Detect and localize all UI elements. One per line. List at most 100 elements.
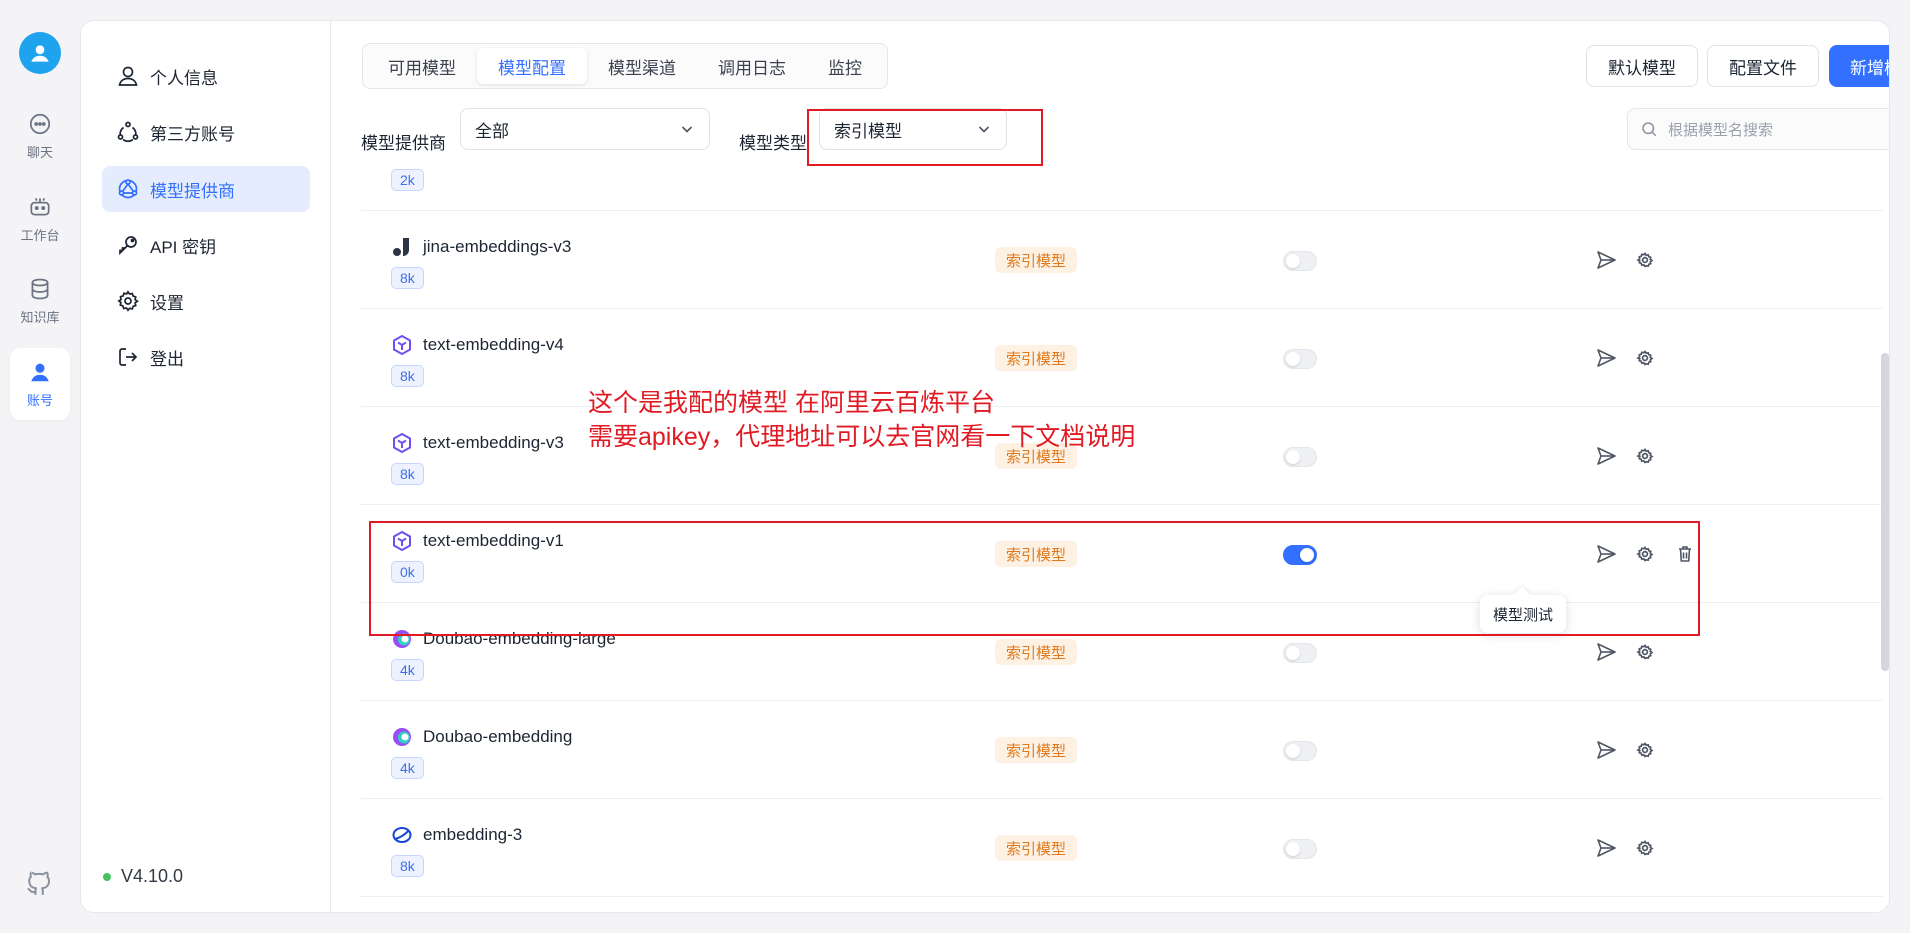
online-status-dot: [103, 872, 111, 881]
model-type-badge: 索引模型: [995, 737, 1078, 763]
sidebar-item-settings[interactable]: 设置: [102, 278, 310, 324]
provider-select[interactable]: 全部: [460, 108, 710, 150]
annotation-box-type-filter: [807, 109, 1043, 166]
tab-bar: 可用模型 模型配置 模型渠道 调用日志 监控: [362, 43, 888, 89]
model-name: Doubao-embedding: [423, 727, 573, 746]
rail-item-label: 聊天: [26, 145, 53, 160]
add-model-button[interactable]: 新增模型: [1829, 45, 1889, 87]
model-name: text-embedding-v4: [423, 335, 564, 354]
rail-item-label: 账号: [26, 393, 53, 408]
tab-model-channels[interactable]: 模型渠道: [587, 48, 697, 84]
search-icon: [1642, 122, 1657, 137]
model-type-badge: 索引模型: [995, 639, 1078, 665]
context-badge: 4k: [391, 757, 424, 779]
context-badge: 4k: [391, 659, 424, 681]
test-send-icon[interactable]: [1594, 836, 1618, 860]
rail-item-workbench[interactable]: 工作台: [10, 183, 70, 255]
model-type-badge: 索引模型: [995, 835, 1078, 861]
model-name: text-embedding-v3: [423, 433, 564, 452]
chat-icon: [29, 113, 51, 135]
rail-item-knowledge[interactable]: 知识库: [10, 265, 70, 337]
model-type-badge: 索引模型: [995, 345, 1078, 371]
rail-item-chat[interactable]: 聊天: [10, 100, 70, 172]
settings-sidebar: 个人信息 第三方账号 模型提供商 API 密钥 设置 登出 V4.10.0: [81, 21, 331, 912]
tab-monitor[interactable]: 监控: [807, 48, 883, 84]
chevron-down-icon: [681, 126, 693, 133]
sidebar-item-profile[interactable]: 个人信息: [102, 53, 310, 99]
context-badge: 8k: [391, 855, 424, 877]
test-send-icon[interactable]: [1594, 738, 1618, 762]
qwen-logo-icon: [393, 432, 411, 454]
test-send-icon[interactable]: [1594, 640, 1618, 664]
github-icon[interactable]: [24, 868, 56, 900]
provider-select-value: 全部: [475, 121, 509, 141]
test-send-icon[interactable]: [1594, 444, 1618, 468]
search-box[interactable]: 根据模型名搜索: [1627, 108, 1889, 150]
settings-gear-icon[interactable]: [1633, 346, 1657, 370]
model-type-badge: 索引模型: [995, 247, 1078, 273]
version-label: V4.10.0: [121, 866, 184, 886]
settings-gear-icon[interactable]: [1633, 640, 1657, 664]
sidebar-item-label: 个人信息: [150, 68, 218, 88]
provider-filter-label: 模型提供商: [361, 134, 446, 153]
settings-gear-icon[interactable]: [1633, 248, 1657, 272]
context-badge: 2k: [391, 169, 424, 191]
rail-item-label: 工作台: [20, 228, 60, 243]
sidebar-item-label: 登出: [150, 349, 184, 369]
settings-gear-icon[interactable]: [1633, 836, 1657, 860]
search-input: 根据模型名搜索: [1668, 121, 1774, 139]
tab-available-models[interactable]: 可用模型: [367, 48, 477, 84]
model-enable-toggle[interactable]: [1283, 643, 1317, 663]
model-enable-toggle[interactable]: [1283, 839, 1317, 859]
tab-call-logs[interactable]: 调用日志: [697, 48, 807, 84]
settings-gear-icon[interactable]: [1633, 444, 1657, 468]
default-model-button[interactable]: 默认模型: [1586, 45, 1698, 87]
model-row: jina-embeddings-v3 8k 索引模型: [361, 211, 1883, 309]
list-scrollbar[interactable]: [1881, 353, 1889, 671]
sidebar-item-label: 模型提供商: [150, 181, 235, 201]
sidebar-item-logout[interactable]: 登出: [102, 334, 310, 380]
sidebar-item-label: API 密钥: [150, 237, 217, 257]
settings-gear-icon[interactable]: [1633, 738, 1657, 762]
sidebar-item-third-party[interactable]: 第三方账号: [102, 109, 310, 155]
sidebar-item-api-key[interactable]: API 密钥: [102, 222, 310, 268]
version-indicator: V4.10.0: [103, 866, 183, 887]
model-config-panel: 可用模型 模型配置 模型渠道 调用日志 监控 默认模型 配置文件 新增模型 模型…: [331, 21, 1889, 912]
model-enable-toggle[interactable]: [1283, 251, 1317, 271]
model-row: embedding-3 8k 索引模型: [361, 799, 1883, 897]
sidebar-item-model-provider[interactable]: 模型提供商: [102, 166, 310, 212]
network-icon: [118, 179, 138, 199]
qwen-logo-icon: [393, 334, 411, 356]
model-name: jina-embeddings-v3: [423, 237, 572, 256]
model-row: Doubao-embedding 4k 索引模型: [361, 701, 1883, 799]
user-avatar[interactable]: [19, 32, 61, 74]
annotation-box-enabled-model: [369, 521, 1700, 636]
gear-icon: [117, 290, 139, 312]
model-enable-toggle[interactable]: [1283, 447, 1317, 467]
context-badge: 8k: [391, 463, 424, 485]
model-enable-toggle[interactable]: [1283, 741, 1317, 761]
tab-model-config[interactable]: 模型配置: [477, 48, 587, 84]
test-send-icon[interactable]: [1594, 248, 1618, 272]
test-send-icon[interactable]: [1594, 346, 1618, 370]
type-filter-label: 模型类型: [739, 134, 807, 153]
zhipu-logo-icon: [392, 827, 412, 843]
doubao-logo-icon: [393, 728, 411, 746]
context-badge: 8k: [391, 365, 424, 387]
annotation-line-1: 这个是我配的模型 在阿里云百炼平台: [588, 389, 995, 417]
sidebar-item-label: 设置: [150, 293, 184, 313]
app-rail: 聊天 工作台 知识库 账号: [0, 0, 80, 933]
rail-item-label: 知识库: [20, 310, 60, 325]
annotation-line-2: 需要apikey，代理地址可以去官网看一下文档说明: [588, 423, 1136, 451]
model-enable-toggle[interactable]: [1283, 349, 1317, 369]
database-icon: [31, 278, 49, 300]
model-name: embedding-3: [423, 825, 523, 844]
sidebar-item-label: 第三方账号: [150, 124, 235, 144]
share-icon: [117, 121, 139, 143]
key-icon: [119, 236, 137, 256]
annotation-note: 这个是我配的模型 在阿里云百炼平台 需要apikey，代理地址可以去官网看一下文…: [588, 386, 1135, 454]
user-icon: [118, 66, 138, 86]
avatar-user-icon: [31, 45, 49, 62]
rail-item-account[interactable]: 账号: [10, 348, 70, 420]
config-file-button[interactable]: 配置文件: [1707, 45, 1819, 87]
